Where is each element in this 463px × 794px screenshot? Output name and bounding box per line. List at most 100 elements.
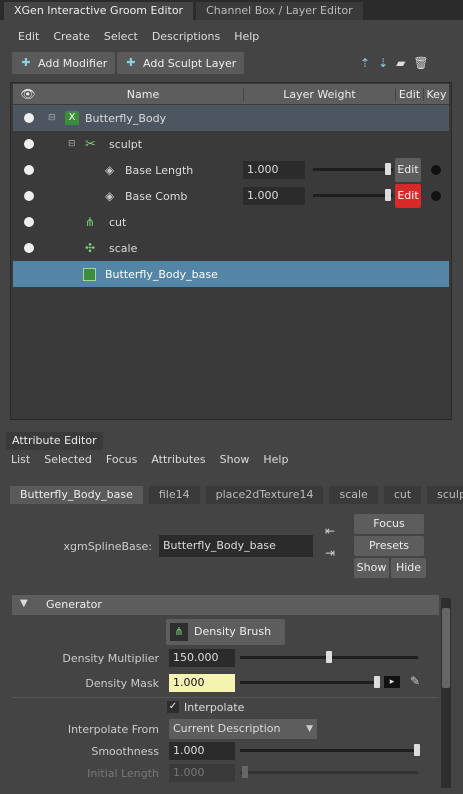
column-key: Key [423,87,449,101]
density-mask-slider-track[interactable] [240,681,380,684]
visibility-toggle[interactable] [24,191,34,201]
key-toggle[interactable] [431,165,441,175]
spline-base-field[interactable]: Butterfly_Body_base [159,535,313,557]
smoothness-slider-track[interactable] [240,749,418,752]
density-multiplier-field[interactable]: 150.000 [169,649,235,667]
add-sculpt-layer-label: Add Sculpt Layer [143,56,237,70]
density-multiplier-slider-handle[interactable] [326,651,332,663]
layer-weight-field[interactable]: 1.000 [243,161,305,179]
tree-label: Butterfly_Body [85,111,167,125]
tree-label: Base Comb [125,189,188,203]
section-collapse-icon: ▼ [20,598,28,609]
trash-icon[interactable]: 🗑 [413,56,428,70]
layer-weight-slider-handle[interactable] [385,189,391,201]
visibility-toggle[interactable] [24,113,34,123]
layer-weight-slider-track[interactable] [313,194,393,197]
density-mask-field[interactable]: 1.000 [169,674,235,692]
menu-select[interactable]: Select [104,27,138,47]
move-up-icon[interactable]: ⇡ [360,56,370,70]
show-button[interactable]: Show [354,558,389,578]
tab-channel-box[interactable]: Channel Box / Layer Editor [196,2,363,20]
tree-row-base-length[interactable]: ◈ Base Length 1.000 Edit [13,157,449,183]
add-sculpt-layer-button[interactable]: ✚ Add Sculpt Layer [117,52,245,74]
menu-selected[interactable]: Selected [44,450,92,470]
tab-place2dtexture14[interactable]: place2dTexture14 [205,486,324,504]
menu-list[interactable]: List [11,450,30,470]
density-mask-label: Density Mask [85,677,159,690]
initial-length-slider-handle[interactable] [242,766,248,778]
tree-row-cut[interactable]: ⋔ cut [13,209,449,235]
collapse-icon[interactable]: ⊟ [68,139,76,149]
scrollbar-thumb[interactable] [442,608,450,688]
tree-label: Base Length [125,163,194,177]
input-connection-icon[interactable]: ⇤ [325,524,335,538]
sculpt-icon: ✂ [85,136,96,152]
tab-sculpt[interactable]: sculpt [427,486,463,504]
layer-weight-slider-handle[interactable] [385,163,391,175]
initial-length-field[interactable]: 1.000 [169,764,235,782]
layer-icon: ◈ [105,163,115,177]
visibility-toggle[interactable] [24,139,34,149]
key-toggle[interactable] [431,191,441,201]
tab-xgen-groom-editor[interactable]: XGen Interactive Groom Editor [4,2,194,20]
density-brush-button[interactable]: ⋔ Density Brush [166,619,285,645]
smoothness-slider-handle[interactable] [414,744,420,756]
tree-row-sculpt[interactable]: ⊟ ✂ sculpt [13,131,449,157]
interpolate-from-label: Interpolate From [67,723,159,736]
interpolate-label: Interpolate [184,701,245,714]
add-sculpt-layer-icon: ✚ [126,56,136,69]
column-layer-weight: Layer Weight [243,87,395,101]
add-modifier-button[interactable]: ✚ Add Modifier [12,52,116,74]
tab-scale[interactable]: scale [329,486,378,504]
collapse-icon[interactable]: ⊟ [48,113,56,123]
visibility-toggle[interactable] [24,165,34,175]
map-connect-icon[interactable]: ▸ [384,676,400,688]
visibility-eye-icon: 👁 [20,87,36,101]
tree-header: 👁 Name Layer Weight Edit Key [13,84,449,104]
node-tabs: Butterfly_Body_base file14 place2dTextur… [10,486,463,504]
menu-descriptions[interactable]: Descriptions [152,27,220,47]
tab-butterfly-body-base[interactable]: Butterfly_Body_base [10,486,143,504]
visibility-toggle[interactable] [24,243,34,253]
scale-icon: ✣ [85,241,96,255]
tree-row-base-comb[interactable]: ◈ Base Comb 1.000 Edit [13,183,449,209]
menu-create[interactable]: Create [53,27,90,47]
edit-button-active[interactable]: Edit [395,184,421,208]
smoothness-field[interactable]: 1.000 [169,742,235,760]
tab-cut[interactable]: cut [383,486,422,504]
menu-show[interactable]: Show [220,450,250,470]
interpolate-checkbox[interactable]: ✓ [167,701,179,713]
tree-row-scale[interactable]: ✣ scale [13,235,449,261]
attribute-editor-tab[interactable]: Attribute Editor [6,432,103,450]
menu-edit[interactable]: Edit [18,27,39,47]
column-edit: Edit [395,87,423,101]
paint-brush-icon[interactable]: ✎ [410,674,420,688]
menu-focus[interactable]: Focus [106,450,137,470]
section-title: Generator [46,598,102,611]
tab-file14[interactable]: file14 [148,486,200,504]
visibility-toggle[interactable] [24,217,34,227]
new-folder-icon[interactable]: ▰ [396,56,405,70]
initial-length-slider-track[interactable] [240,771,418,774]
move-down-icon[interactable]: ⇣ [378,56,388,70]
interpolate-from-dropdown[interactable]: Current Description ▼ [169,719,317,739]
output-connection-icon[interactable]: ⇥ [325,546,335,560]
smoothness-label: Smoothness [91,745,159,758]
cut-icon: ⋔ [85,215,96,229]
description-icon: X [65,111,79,125]
presets-button[interactable]: Presets [354,536,424,556]
focus-button[interactable]: Focus [354,514,424,534]
layer-weight-slider-track[interactable] [313,168,393,171]
layer-weight-field[interactable]: 1.000 [243,187,305,205]
density-mask-slider-handle[interactable] [374,676,380,688]
generator-section-header[interactable]: ▼ Generator [12,595,439,615]
menu-help[interactable]: Help [263,450,288,470]
menu-attributes[interactable]: Attributes [151,450,205,470]
hide-button[interactable]: Hide [391,558,426,578]
spline-base-label: xgmSplineBase: [63,540,152,553]
edit-button[interactable]: Edit [395,158,421,182]
menu-help[interactable]: Help [234,27,259,47]
tree-label: Butterfly_Body_base [105,267,218,281]
tree-row-butterfly-body[interactable]: ⊟ X Butterfly_Body [13,105,449,131]
tree-row-butterfly-body-base[interactable]: Butterfly_Body_base [13,261,449,287]
